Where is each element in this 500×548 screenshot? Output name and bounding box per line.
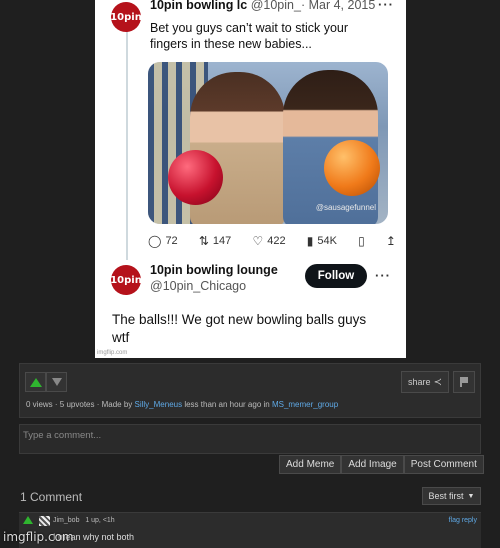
add-meme-button[interactable]: Add Meme — [279, 455, 342, 474]
chevron-down-icon: ▼ — [467, 492, 475, 500]
upvote-button[interactable] — [25, 372, 46, 392]
reply-icon: ◯ — [148, 234, 162, 248]
tweet1-actions: ◯ 72 ⇅ 147 ♡ 422 ▮ 54K ▯ ↥ — [148, 234, 396, 248]
meme-info-bar: share ≺ 0 views · 5 upvotes · Made by Si… — [19, 363, 481, 418]
tweet2-more-icon: ··· — [375, 268, 391, 283]
tweet2-text-line2: wtf — [112, 330, 130, 345]
flag-comment-link[interactable]: flag — [449, 517, 460, 524]
retweet-count: 147 — [212, 235, 232, 247]
sort-dropdown[interactable]: Best first ▼ — [422, 487, 481, 505]
heart-icon: ♡ — [252, 234, 264, 248]
upload-icon: ↥ — [385, 234, 396, 248]
upvote-arrow-icon — [29, 377, 42, 387]
comment-item: Jim_bob 1 up, <1h flag reply I mean why … — [19, 512, 481, 548]
made-by-label: · Made by — [94, 400, 135, 409]
post-comment-button[interactable]: Post Comment — [403, 455, 484, 474]
author-link[interactable]: Silly_Meneus — [135, 400, 183, 409]
share-button[interactable]: share ≺ — [401, 371, 449, 393]
downvote-arrow-icon — [51, 378, 62, 386]
tweet2-name-text: 10pin bowling lounge — [150, 263, 278, 277]
site-watermark: imgflip.com — [3, 530, 74, 544]
retweet-action: ⇅ 147 — [199, 234, 231, 248]
tweet1-text-line2: fingers in these new babies... — [150, 37, 312, 51]
tweet1-photo: @sausagefunnel — [148, 62, 388, 224]
thread-line — [126, 30, 128, 260]
tweet2-text: The balls!!! We got new bowling balls gu… — [112, 311, 366, 347]
vote-buttons — [25, 372, 67, 392]
downvote-button[interactable] — [46, 372, 67, 392]
retweet-icon: ⇅ — [198, 234, 209, 248]
comment-header: Jim_bob 1 up, <1h — [53, 517, 115, 524]
add-image-button[interactable]: Add Image — [341, 455, 404, 474]
views-action: ▮ 54K — [307, 234, 337, 248]
tweet1-name: 10pin bowling lc — [150, 0, 248, 12]
comment-input[interactable]: Type a comment... — [19, 424, 481, 454]
commenter-username[interactable]: Jim_bob — [53, 517, 79, 524]
comment-meta: 1 up, <1h — [85, 517, 115, 524]
orange-bowling-ball — [324, 140, 380, 196]
tweet2-avatar: 10pin — [110, 265, 142, 295]
tweet1-handle: @10pin_· — [250, 0, 306, 12]
tweet1-date: Mar 4, 2015 — [308, 0, 376, 12]
tweet1-more-icon: ··· — [378, 0, 394, 12]
meme-image: 10pin 10pin bowling lc @10pin_· Mar 4, 2… — [95, 0, 406, 358]
reply-comment-link[interactable]: reply — [462, 517, 477, 524]
meme-meta: 0 views · 5 upvotes · Made by Silly_Mene… — [26, 400, 338, 409]
flag-icon — [460, 377, 468, 387]
bar-chart-icon: ▮ — [306, 234, 314, 248]
reply-count: 72 — [165, 235, 178, 247]
red-bowling-ball — [168, 150, 223, 205]
comment-actions: flag reply — [449, 517, 477, 524]
tweet2-text-line1: The balls!!! We got new bowling balls gu… — [112, 312, 367, 327]
comment-buttons: Add Meme Add Image Post Comment — [279, 455, 484, 474]
tweet1-text: Bet you guys can’t wait to stick your fi… — [150, 20, 348, 52]
reply-action: ◯ 72 — [148, 234, 178, 248]
view-count-label: 0 views — [26, 400, 53, 409]
meta-separator: · — [52, 400, 60, 409]
share-action: ↥ — [386, 234, 396, 248]
comments-count: 1 Comment — [20, 490, 83, 504]
tweet2-name: 10pin bowling lounge — [150, 263, 278, 277]
commenter-avatar — [39, 516, 50, 526]
upvote-count-label: 5 upvotes — [59, 400, 95, 409]
tweet2-handle: @10pin_Chicago — [150, 279, 246, 293]
share-label: share — [408, 377, 431, 387]
tweet1-avatar: 10pin — [110, 2, 142, 32]
share-icon: ≺ — [433, 376, 442, 388]
time-label: less than an hour ago in — [182, 400, 272, 409]
tweet2-handle-text: @10pin_Chicago — [150, 279, 247, 293]
meme-small-watermark: imgflip.com — [97, 350, 128, 356]
tweet1-text-line1: Bet you guys can’t wait to stick your — [150, 21, 349, 35]
like-action: ♡ 422 — [252, 234, 285, 248]
follow-button: Follow — [305, 264, 367, 288]
stream-link[interactable]: MS_memer_group — [272, 400, 338, 409]
sort-label: Best first — [428, 491, 464, 501]
photo-watermark: @sausagefunnel — [315, 203, 376, 212]
bookmark-action: ▯ — [358, 234, 365, 248]
bookmark-icon: ▯ — [358, 234, 365, 248]
comment-upvote-icon[interactable] — [23, 516, 33, 524]
flag-button[interactable] — [453, 371, 475, 393]
like-count: 422 — [267, 235, 286, 247]
tweet1-header: 10pin bowling lc @10pin_· Mar 4, 2015 — [150, 0, 375, 12]
view-count: 54K — [317, 235, 337, 247]
